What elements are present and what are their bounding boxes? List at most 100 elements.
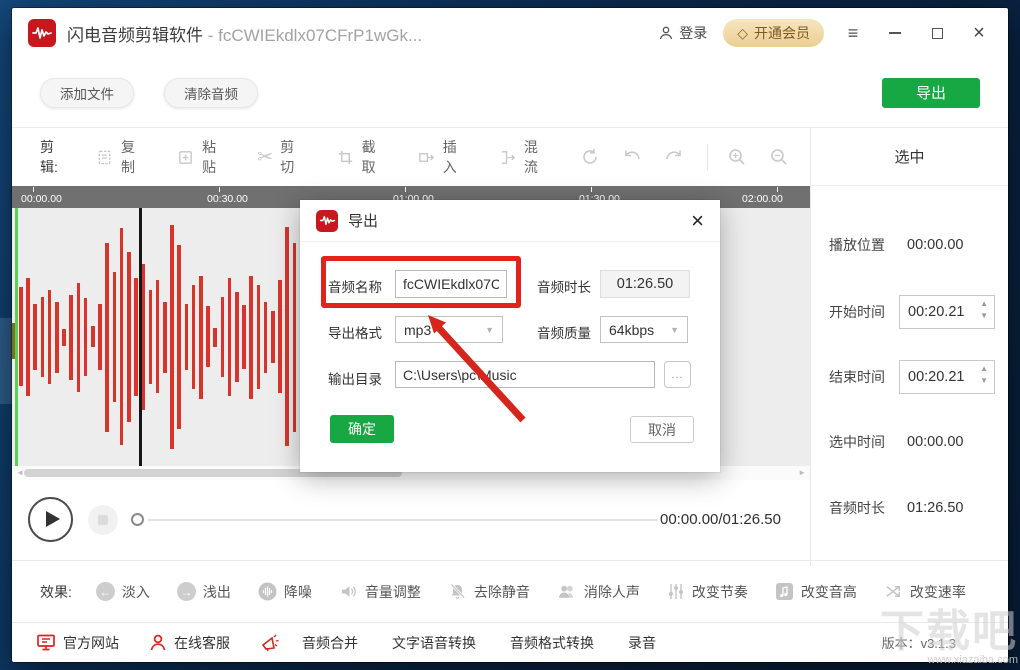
browse-button[interactable]: ... xyxy=(664,361,691,388)
waveform-bar xyxy=(69,295,73,380)
end-time-spinner[interactable]: 00:20.21 ▲▼ xyxy=(899,360,995,394)
paste-button[interactable]: 粘贴 xyxy=(176,137,225,177)
export-button[interactable]: 导出 xyxy=(882,78,980,108)
menu-icon: ≡ xyxy=(848,23,859,44)
redo-button[interactable] xyxy=(663,146,685,168)
scroll-right-icon[interactable]: ► xyxy=(798,468,806,477)
duration-value: 01:26.50 xyxy=(907,500,963,516)
play-button[interactable] xyxy=(28,497,73,542)
dialog-duration-label: 音频时长 xyxy=(537,276,591,296)
dialog-close-icon[interactable]: × xyxy=(691,210,704,232)
time-tick-label: 00:00.00 xyxy=(21,193,62,205)
audio-name-input[interactable] xyxy=(395,270,507,298)
ruler-tick xyxy=(777,187,778,192)
effects-bar: 效果: ← 淡入 → 浅出 降噪 音量调整 去除静音 消除人声 改变节奏 xyxy=(12,560,1008,622)
file-name: - fcCWIEkdlx07CFrP1wGk... xyxy=(203,26,422,45)
volume-button[interactable]: 音量调整 xyxy=(339,582,421,602)
add-file-button[interactable]: 添加文件 xyxy=(40,78,134,108)
fade-in-button[interactable]: ← 淡入 xyxy=(96,582,150,602)
note-icon xyxy=(775,582,794,601)
waveform-bar xyxy=(98,304,102,370)
minimize-button[interactable] xyxy=(882,20,908,46)
crop-button[interactable]: 截取 xyxy=(336,137,385,177)
undo-button[interactable] xyxy=(621,146,643,168)
spin-down-icon[interactable]: ▼ xyxy=(979,310,989,322)
waveform-bar xyxy=(120,228,124,445)
cut-button[interactable]: ✂ 剪切 xyxy=(257,137,303,177)
mix-label: 混流 xyxy=(524,137,547,177)
window-title: 闪电音频剪辑软件 - fcCWIEkdlx07CFrP1wGk... xyxy=(67,21,422,46)
monitor-icon xyxy=(36,633,56,652)
minimize-icon xyxy=(889,32,901,34)
login-label: 登录 xyxy=(679,23,707,43)
waveform-bar xyxy=(41,297,45,377)
waveform-bar xyxy=(19,287,23,386)
ruler-tick xyxy=(591,187,592,192)
official-website-link[interactable]: 官方网站 xyxy=(36,633,119,653)
scroll-left-icon[interactable]: ◄ xyxy=(16,468,24,477)
cancel-button[interactable]: 取消 xyxy=(630,416,694,443)
record-link[interactable]: 录音 xyxy=(628,633,656,653)
remove-vocal-button[interactable]: 消除人声 xyxy=(557,582,640,602)
selection-marker[interactable] xyxy=(139,208,142,466)
zoom-out-button[interactable] xyxy=(768,146,790,168)
fade-out-button[interactable]: → 浅出 xyxy=(177,582,231,602)
audio-quality-label: 音频质量 xyxy=(537,322,591,342)
change-tempo-button[interactable]: 改变节奏 xyxy=(667,582,748,602)
version-label: 版本：v3.1.3 xyxy=(882,633,956,652)
preview-button[interactable] xyxy=(579,146,601,168)
mix-button[interactable]: 混流 xyxy=(498,137,547,177)
ok-button[interactable]: 确定 xyxy=(330,415,394,443)
change-pitch-button[interactable]: 改变音高 xyxy=(775,582,857,602)
seek-track[interactable] xyxy=(148,519,658,521)
duration-row: 音频时长 01:26.50 xyxy=(811,491,1008,525)
waveform-bar xyxy=(62,329,66,346)
audio-quality-select[interactable]: 64kbps ▼ xyxy=(600,316,688,343)
spin-down-icon[interactable]: ▼ xyxy=(979,375,989,387)
zoom-in-button[interactable] xyxy=(726,146,748,168)
spin-up-icon[interactable]: ▲ xyxy=(979,363,989,375)
ruler-tick xyxy=(33,187,34,192)
footer-bar: 官方网站 在线客服 音频合并 文字语音转换 音频格式转换 录音 版本：v3.1.… xyxy=(12,622,1008,662)
remove-silence-button[interactable]: 去除静音 xyxy=(448,582,530,602)
clear-audio-button[interactable]: 清除音频 xyxy=(164,78,258,108)
output-dir-input[interactable] xyxy=(395,361,655,388)
denoise-button[interactable]: 降噪 xyxy=(258,582,312,602)
audio-merge-link[interactable]: 音频合并 xyxy=(302,633,358,653)
waveform-bar xyxy=(249,276,253,399)
dialog-title: 导出 xyxy=(348,210,378,231)
close-icon: × xyxy=(973,23,985,43)
stop-button[interactable] xyxy=(88,505,118,535)
login-button[interactable]: 登录 xyxy=(658,23,707,43)
menu-button[interactable]: ≡ xyxy=(840,20,866,46)
shuffle-icon xyxy=(884,582,903,601)
online-service-label: 在线客服 xyxy=(174,633,230,653)
close-button[interactable]: × xyxy=(966,20,992,46)
play-position-row: 播放位置 00:00.00 xyxy=(811,228,1008,262)
change-speed-button[interactable]: 改变速率 xyxy=(884,582,966,602)
waveform-bar xyxy=(105,243,109,432)
maximize-button[interactable] xyxy=(924,20,950,46)
waveform-bar xyxy=(264,302,268,373)
paste-label: 粘贴 xyxy=(202,137,225,177)
app-logo-icon xyxy=(28,19,56,47)
playhead-cursor[interactable] xyxy=(15,208,18,466)
insert-label: 插入 xyxy=(443,137,466,177)
online-service-link[interactable]: 在线客服 xyxy=(149,633,230,653)
export-dialog: 导出 × 音频名称 音频时长 01:26.50 导出格式 mp3 ▼ 音频质量 … xyxy=(300,200,720,472)
mute-bell-icon xyxy=(448,582,467,601)
text-to-speech-link[interactable]: 文字语音转换 xyxy=(392,633,476,653)
format-convert-link[interactable]: 音频格式转换 xyxy=(510,633,594,653)
waveform-bar xyxy=(134,278,138,396)
copy-button[interactable]: 复制 xyxy=(95,137,144,177)
seek-handle[interactable] xyxy=(131,513,144,526)
export-format-select[interactable]: mp3 ▼ xyxy=(395,316,503,343)
vip-button[interactable]: ◇ 开通会员 xyxy=(723,19,824,47)
insert-button[interactable]: 插入 xyxy=(417,137,466,177)
end-time-row: 结束时间 00:20.21 ▲▼ xyxy=(811,360,1008,394)
end-time-label: 结束时间 xyxy=(829,367,885,387)
start-time-spinner[interactable]: 00:20.21 ▲▼ xyxy=(899,295,995,329)
spin-up-icon[interactable]: ▲ xyxy=(979,298,989,310)
dropdown-caret-icon: ▼ xyxy=(485,325,494,335)
stop-icon xyxy=(98,515,108,525)
